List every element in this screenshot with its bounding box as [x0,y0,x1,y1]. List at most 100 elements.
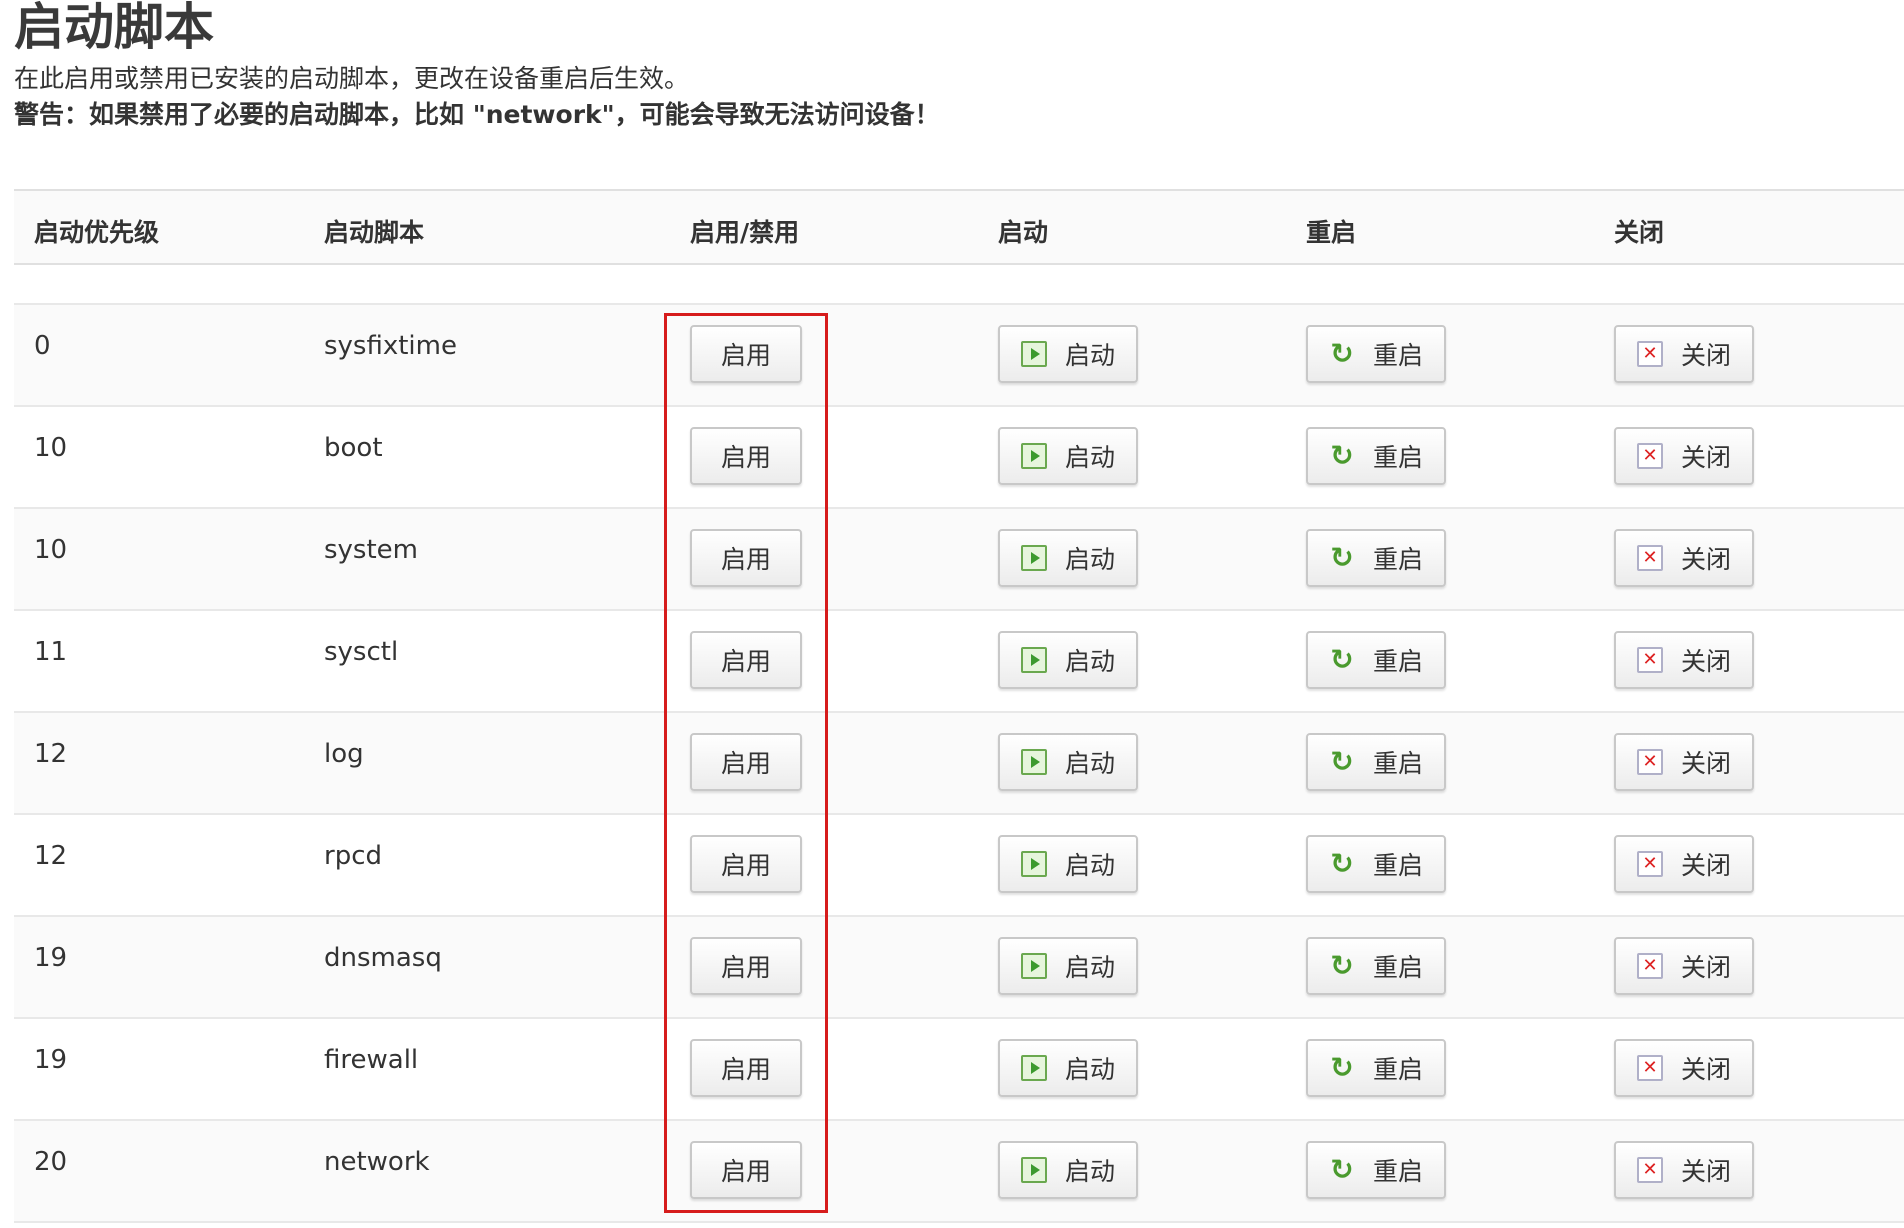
enable-label: 启用 [720,443,771,472]
play-icon [1020,341,1047,367]
refresh-icon: ↻ [1330,541,1354,574]
close-icon: ✕ [1636,545,1663,571]
row-script-name: dnsmasq [324,943,442,973]
stop-button[interactable]: ✕ 关闭 [1614,835,1754,893]
row-priority: 12 [34,739,68,769]
stop-button[interactable]: ✕ 关闭 [1614,325,1754,383]
table-row: 10 system 启用 启动 ↻ 重启 ✕ 关闭 [14,509,1904,611]
restart-label: 重启 [1372,749,1423,778]
row-script-name: log [324,739,364,769]
refresh-icon: ↻ [1330,1153,1354,1186]
stop-button[interactable]: ✕ 关闭 [1614,631,1754,689]
start-label: 启动 [1064,749,1115,778]
start-button[interactable]: 启动 [998,1039,1138,1097]
enable-label: 启用 [720,545,771,574]
header-toggle: 启用/禁用 [690,218,800,247]
refresh-icon: ↻ [1330,847,1354,880]
header-script: 启动脚本 [324,218,425,247]
page-description: 在此启用或禁用已安装的启动脚本，更改在设备重启后生效。 [14,64,690,93]
close-icon: ✕ [1636,1157,1663,1183]
restart-button[interactable]: ↻ 重启 [1306,1141,1446,1199]
enable-label: 启用 [720,1055,771,1084]
refresh-icon: ↻ [1330,439,1354,472]
stop-label: 关闭 [1680,545,1731,574]
start-label: 启动 [1064,545,1115,574]
play-icon [1020,1157,1047,1183]
start-button[interactable]: 启动 [998,937,1138,995]
enable-button[interactable]: 启用 [690,835,802,893]
play-icon [1020,953,1047,979]
row-priority: 10 [34,433,68,463]
enable-button[interactable]: 启用 [690,427,802,485]
enable-button[interactable]: 启用 [690,1141,802,1199]
refresh-icon: ↻ [1330,1051,1354,1084]
enable-label: 启用 [720,647,771,676]
start-button[interactable]: 启动 [998,835,1138,893]
stop-button[interactable]: ✕ 关闭 [1614,1141,1754,1199]
enable-label: 启用 [720,1157,771,1186]
restart-button[interactable]: ↻ 重启 [1306,733,1446,791]
stop-button[interactable]: ✕ 关闭 [1614,427,1754,485]
restart-button[interactable]: ↻ 重启 [1306,835,1446,893]
enable-button[interactable]: 启用 [690,631,802,689]
init-scripts-table: 启动优先级 启动脚本 启用/禁用 启动 重启 关闭 0 sysfixtime 启用启… [14,189,1904,1223]
enable-button[interactable]: 启用 [690,529,802,587]
row-script-name: sysfixtime [324,331,457,361]
start-button[interactable]: 启动 [998,733,1138,791]
start-label: 启动 [1064,1055,1115,1084]
start-button[interactable]: 启动 [998,325,1138,383]
stop-label: 关闭 [1680,443,1731,472]
stop-label: 关闭 [1680,1055,1731,1084]
close-icon: ✕ [1636,851,1663,877]
page-title: 启动脚本 [14,0,214,56]
refresh-icon: ↻ [1330,643,1354,676]
header-restart: 重启 [1306,218,1357,247]
restart-button[interactable]: ↻ 重启 [1306,325,1446,383]
table-row: 12 log 启用 启动 ↻ 重启 ✕ 关闭 [14,713,1904,815]
row-script-name: boot [324,433,383,463]
row-script-name: system [324,535,418,565]
start-label: 启动 [1064,1157,1115,1186]
start-button[interactable]: 启动 [998,631,1138,689]
restart-label: 重启 [1372,953,1423,982]
restart-label: 重启 [1372,341,1423,370]
restart-button[interactable]: ↻ 重启 [1306,1039,1446,1097]
stop-label: 关闭 [1680,953,1731,982]
table-row: 19 firewall 启用 启动 ↻ 重启 ✕ 关闭 [14,1019,1904,1121]
start-button[interactable]: 启动 [998,427,1138,485]
stop-label: 关闭 [1680,647,1731,676]
stop-label: 关闭 [1680,749,1731,778]
play-icon [1020,851,1047,877]
refresh-icon: ↻ [1330,745,1354,778]
start-button[interactable]: 启动 [998,529,1138,587]
stop-button[interactable]: ✕ 关闭 [1614,529,1754,587]
header-priority: 启动优先级 [34,218,160,247]
enable-button[interactable]: 启用 [690,937,802,995]
warning-text: 警告：如果禁用了必要的启动脚本，比如 "network"，可能会导致无法访问设备… [14,100,940,129]
refresh-icon: ↻ [1330,949,1354,982]
stop-button[interactable]: ✕ 关闭 [1614,1039,1754,1097]
enable-button[interactable]: 启用 [690,733,802,791]
enable-button[interactable]: 启用 [690,325,802,383]
close-icon: ✕ [1636,749,1663,775]
start-label: 启动 [1064,953,1115,982]
enable-label: 启用 [720,749,771,778]
restart-label: 重启 [1372,443,1423,472]
stop-button[interactable]: ✕ 关闭 [1614,937,1754,995]
play-icon [1020,443,1047,469]
restart-button[interactable]: ↻ 重启 [1306,631,1446,689]
row-script-name: network [324,1147,430,1177]
play-icon [1020,1055,1047,1081]
start-button[interactable]: 启动 [998,1141,1138,1199]
restart-button[interactable]: ↻ 重启 [1306,937,1446,995]
restart-button[interactable]: ↻ 重启 [1306,529,1446,587]
restart-button[interactable]: ↻ 重启 [1306,427,1446,485]
play-icon [1020,647,1047,673]
stop-button[interactable]: ✕ 关闭 [1614,733,1754,791]
table-row: 19 dnsmasq 启用 启动 ↻ 重启 ✕ 关闭 [14,917,1904,1019]
row-priority: 0 [34,331,51,361]
row-priority: 19 [34,1045,68,1075]
enable-button[interactable]: 启用 [690,1039,802,1097]
close-icon: ✕ [1636,953,1663,979]
start-label: 启动 [1064,647,1115,676]
